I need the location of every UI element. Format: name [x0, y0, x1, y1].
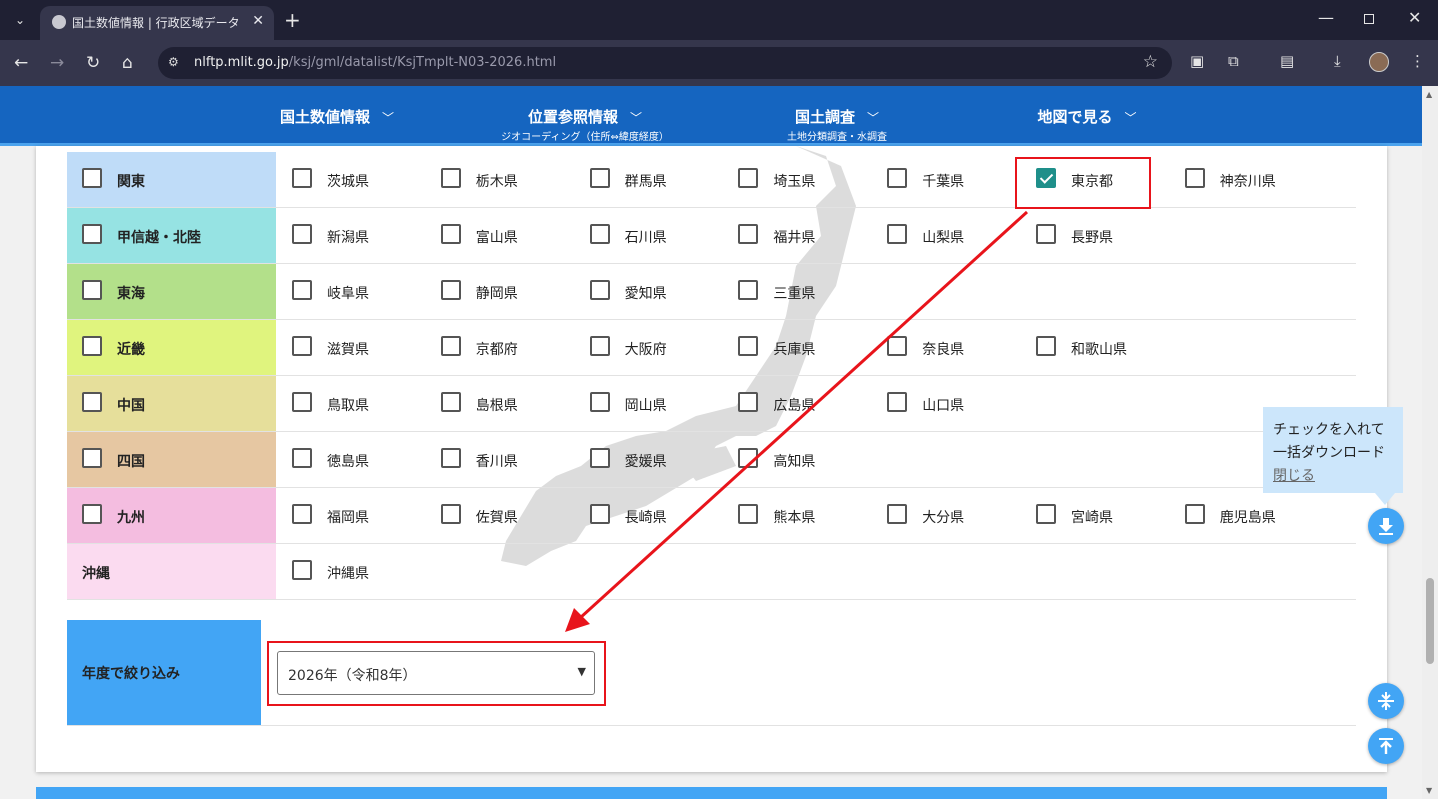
tab-title: 国土数値情報 | 行政区域データ — [72, 16, 240, 30]
downloads-icon[interactable]: ⤓ — [1334, 52, 1341, 70]
extensions-icon[interactable]: ⧉ — [1228, 52, 1239, 70]
more-menu-icon[interactable]: ⋮ — [1410, 52, 1425, 70]
new-tab-icon[interactable]: + — [284, 8, 301, 32]
maximize-icon[interactable] — [1364, 14, 1374, 24]
scroll-up-icon[interactable]: ▲ — [1426, 90, 1432, 99]
forward-icon[interactable]: → — [50, 53, 64, 73]
browser-tab-bar: ⌄ 国土数値情報 | 行政区域データ ✕ + — ✕ — [0, 0, 1438, 40]
home-icon[interactable]: ⌂ — [122, 53, 133, 73]
bulk-download-tooltip: チェックを入れて 一括ダウンロード 閉じる — [1263, 407, 1403, 493]
address-bar[interactable]: ⚙ nlftp.mlit.go.jp/ksj/gml/datalist/KsjT… — [158, 47, 1172, 79]
globe-icon — [52, 15, 66, 29]
bulk-download-button[interactable] — [1368, 508, 1404, 544]
url-text: nlftp.mlit.go.jp/ksj/gml/datalist/KsjTmp… — [194, 55, 557, 70]
browser-toolbar: ← → ↻ ⌂ ⚙ nlftp.mlit.go.jp/ksj/gml/datal… — [0, 40, 1438, 86]
profile-avatar[interactable] — [1369, 52, 1389, 72]
extension-app-icon[interactable]: ▣ — [1190, 52, 1204, 70]
back-icon[interactable]: ← — [14, 53, 28, 73]
collapse-button[interactable] — [1368, 683, 1404, 719]
to-top-icon — [1379, 738, 1393, 754]
tooltip-tail — [1375, 493, 1395, 505]
site-info-icon[interactable]: ⚙ — [168, 55, 179, 69]
scrollbar-thumb[interactable] — [1426, 578, 1434, 664]
tooltip-close-link[interactable]: 閉じる — [1273, 465, 1315, 485]
scroll-down-icon[interactable]: ▼ — [1426, 786, 1432, 795]
tab-close-icon[interactable]: ✕ — [252, 13, 264, 29]
window-close-icon[interactable]: ✕ — [1408, 8, 1421, 27]
download-icon — [1379, 518, 1393, 535]
tab-search-icon[interactable]: ⌄ — [10, 10, 30, 30]
scroll-to-top-button[interactable] — [1368, 728, 1404, 764]
star-icon[interactable]: ☆ — [1143, 52, 1158, 72]
annotation-arrow — [565, 210, 1029, 632]
reload-icon[interactable]: ↻ — [86, 53, 100, 73]
collapse-icon — [1378, 692, 1394, 710]
reading-mode-icon[interactable]: ▤ — [1280, 52, 1294, 70]
minimize-icon[interactable]: — — [1318, 8, 1334, 27]
page-scrollbar[interactable]: ▲ ▼ — [1422, 86, 1438, 799]
page-viewport: 国土数値情報 ﹀ 位置参照情報 ﹀ ジオコーディング（住所⇔緯度経度） 国土調査 ﹀ … — [0, 86, 1422, 799]
browser-tab[interactable]: 国土数値情報 | 行政区域データ ✕ — [40, 6, 274, 40]
